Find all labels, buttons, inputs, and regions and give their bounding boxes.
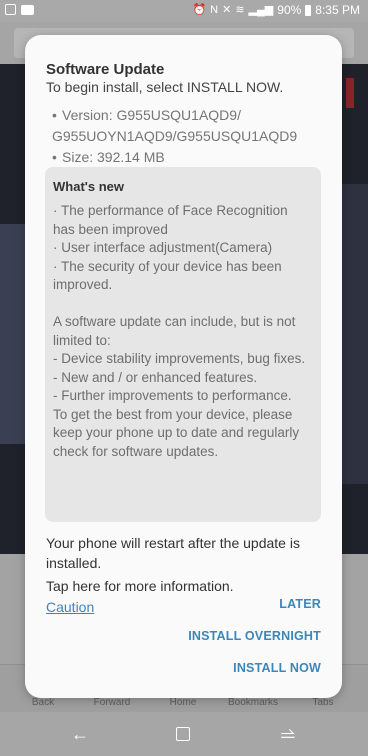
restart-note: Your phone will restart after the update… xyxy=(46,535,300,571)
mute-icon: ✕ xyxy=(222,4,232,16)
version-item: • Version: G955USQU1AQD9/ xyxy=(52,105,297,126)
more-info-link[interactable]: Tap here for more information. xyxy=(46,576,234,596)
version-item-continued: G955UOYN1AQD9/G955USQU1AQD9 xyxy=(52,126,297,147)
bullet-icon: • xyxy=(52,107,57,123)
whats-new-panel[interactable]: What's new · The performance of Face Rec… xyxy=(45,167,321,522)
dialog-subtitle: To begin install, select INSTALL NOW. xyxy=(46,79,284,95)
browser-home-button[interactable]: Home xyxy=(148,697,218,708)
youtube-icon xyxy=(21,4,34,15)
signal-icon: ▂▄▆ xyxy=(248,4,274,16)
recent-apps-icon[interactable]: ⥬ xyxy=(276,724,300,744)
version-value: Version: G955USQU1AQD9/ xyxy=(62,107,241,123)
status-bar: ⏰ N ✕ ≋ ▂▄▆ 90% 8:35 PM xyxy=(0,0,368,22)
size-item: • Size: 392.14 MB xyxy=(52,147,297,168)
notification-icon xyxy=(5,4,16,15)
browser-tabs-button[interactable]: Tabs xyxy=(288,697,358,708)
browser-back-button[interactable]: Back xyxy=(8,697,78,708)
software-update-dialog: Software Update To begin install, select… xyxy=(25,35,342,698)
hero-decoration xyxy=(346,78,354,108)
home-button[interactable] xyxy=(176,727,190,741)
whats-new-title: What's new xyxy=(53,179,124,194)
bullet-icon: • xyxy=(52,149,57,165)
dialog-title: Software Update xyxy=(46,61,165,78)
install-now-button[interactable]: INSTALL NOW xyxy=(233,661,321,675)
back-arrow-icon[interactable]: ← xyxy=(68,724,92,744)
update-info-list: • Version: G955USQU1AQD9/ G955UOYN1AQD9/… xyxy=(52,105,297,168)
battery-percent: 90% xyxy=(277,3,302,17)
version-value-continued: G955UOYN1AQD9/G955USQU1AQD9 xyxy=(52,128,298,144)
install-overnight-button[interactable]: INSTALL OVERNIGHT xyxy=(188,629,321,643)
wifi-icon: ≋ xyxy=(235,4,245,16)
status-left-icons xyxy=(5,4,34,15)
battery-icon xyxy=(305,4,312,16)
size-value: Size: 392.14 MB xyxy=(62,149,165,165)
status-right-icons: ⏰ N ✕ ≋ ▂▄▆ 90% 8:35 PM xyxy=(192,3,360,17)
nfc-icon: N xyxy=(210,4,219,16)
browser-bookmarks-button[interactable]: Bookmarks xyxy=(218,697,288,708)
system-nav-bar: ← ⥬ xyxy=(0,712,368,756)
later-button[interactable]: LATER xyxy=(279,597,321,611)
caution-link[interactable]: Caution xyxy=(46,597,94,617)
browser-forward-button[interactable]: Forward xyxy=(77,697,147,708)
whats-new-body: · The performance of Face Recognition ha… xyxy=(53,203,306,459)
alarm-icon: ⏰ xyxy=(192,4,207,16)
clock: 8:35 PM xyxy=(315,3,360,17)
